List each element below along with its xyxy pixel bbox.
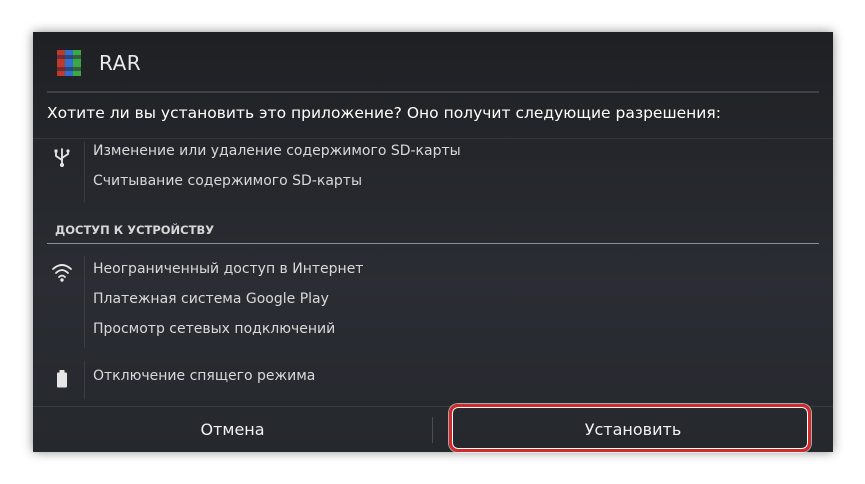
app-title: RAR	[99, 51, 142, 75]
group-vline	[84, 361, 85, 399]
permission-item: Отключение спящего режима	[93, 368, 316, 384]
group-vline	[84, 256, 85, 348]
cancel-button[interactable]: Отмена	[33, 407, 432, 452]
permission-group-power: Отключение спящего режима	[33, 357, 833, 402]
permission-item: Изменение или удаление содержимого SD-ка…	[93, 143, 461, 159]
permission-item: Платежная система Google Play	[93, 291, 329, 307]
install-button[interactable]: Установить	[433, 407, 833, 452]
section-header-device-access: ДОСТУП К УСТРОЙСТВУ	[55, 223, 215, 237]
permission-group-network: Неограниченный доступ в Интернет Платежн…	[33, 252, 833, 352]
group-vline	[84, 142, 85, 202]
permission-item: Считывание содержимого SD-карты	[93, 173, 363, 189]
usb-icon	[54, 148, 70, 167]
permission-group-storage: Изменение или удаление содержимого SD-ка…	[33, 138, 833, 208]
permission-item: Просмотр сетевых подключений	[93, 321, 336, 337]
install-dialog: RAR Хотите ли вы установить это приложен…	[33, 32, 833, 452]
wifi-icon	[52, 264, 72, 282]
install-question: Хотите ли вы установить это приложение? …	[47, 104, 721, 122]
dialog-titlebar: RAR	[33, 32, 833, 92]
dialog-button-bar: Отмена Установить	[33, 406, 833, 452]
permission-item: Неограниченный доступ в Интернет	[93, 261, 364, 277]
section-divider	[47, 243, 819, 244]
winrar-books-icon	[57, 50, 81, 76]
title-divider	[47, 91, 819, 93]
battery-icon	[57, 370, 67, 388]
